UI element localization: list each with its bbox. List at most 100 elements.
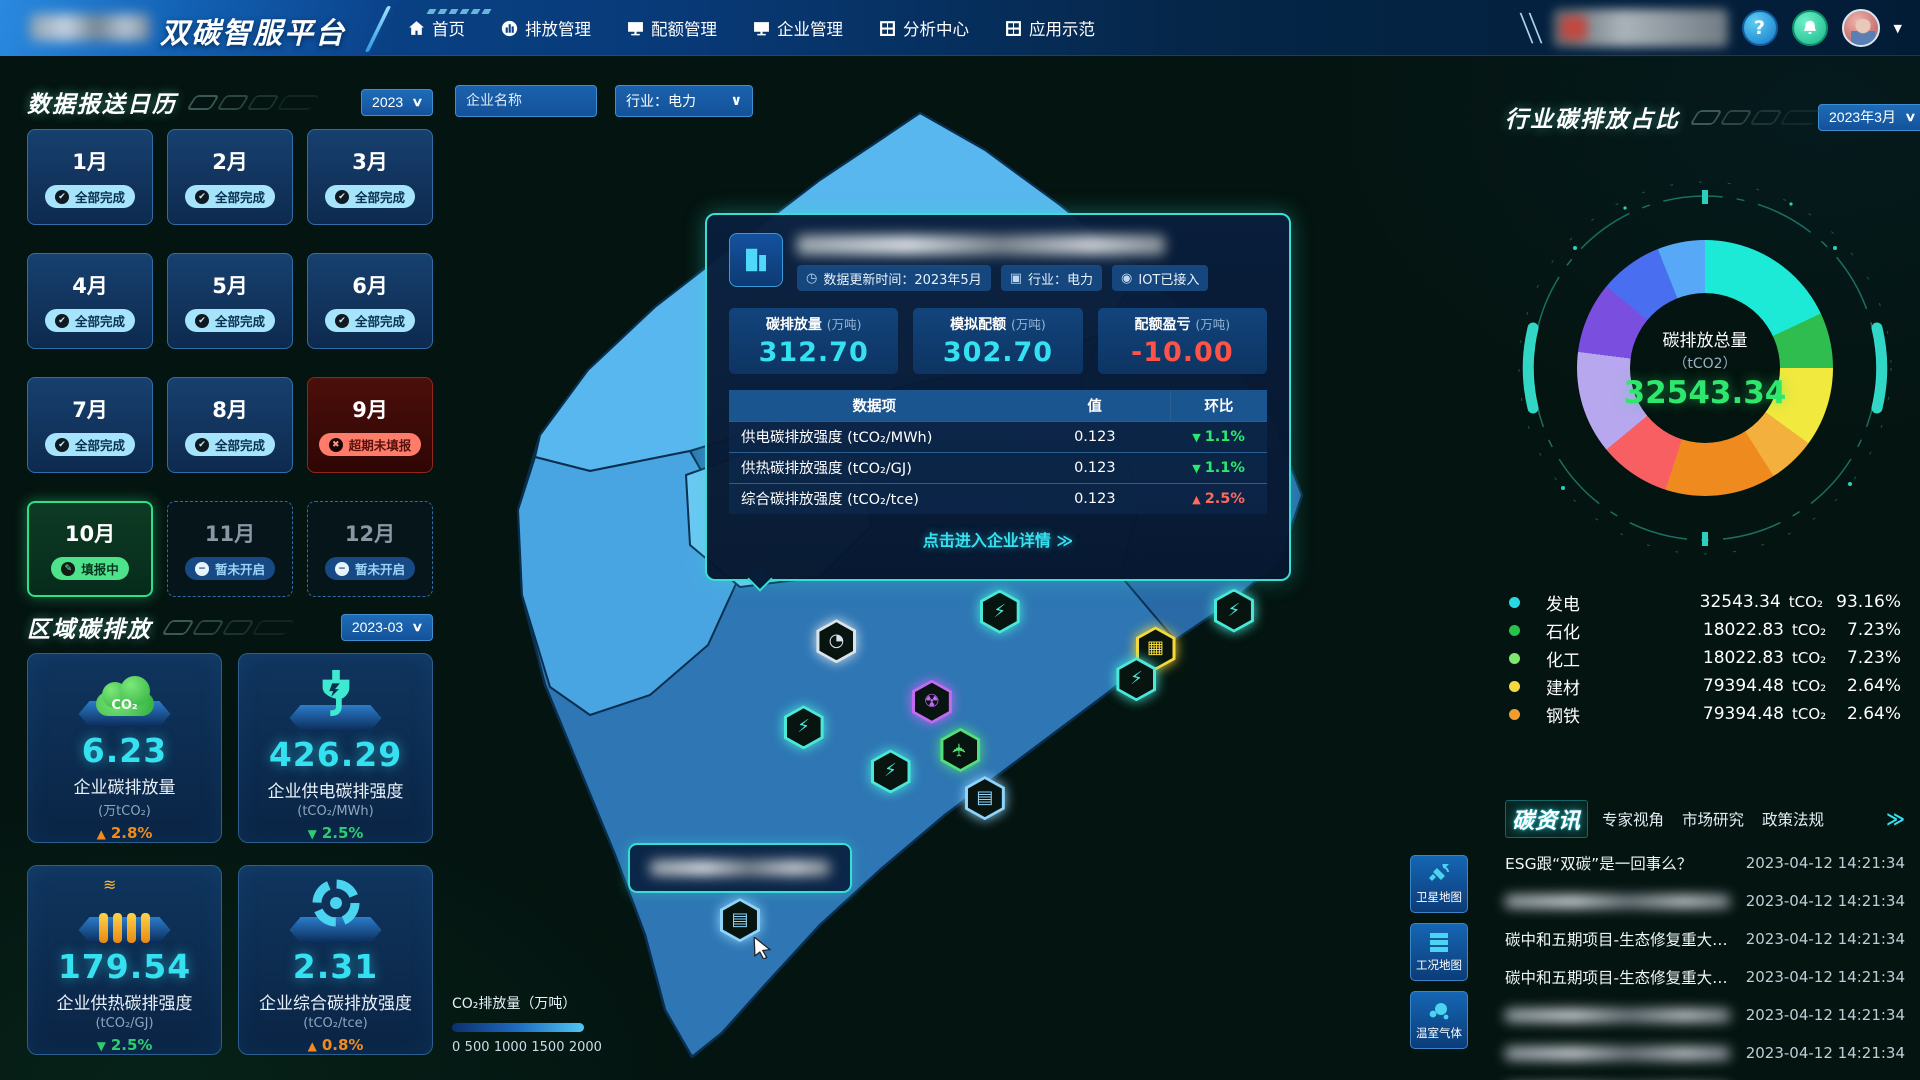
month-card-dec[interactable]: 12月 −暂未开启 (307, 501, 433, 597)
month-card-jul[interactable]: 7月 ✔全部完成 (27, 377, 153, 473)
metric-card-power-intensity: 426.29 企业供电碳排强度 (tCO₂/MWh) 2.5% (238, 653, 433, 843)
nav-item-application-demo[interactable]: 应用示范 (1005, 16, 1095, 40)
status-badge: ✔全部完成 (185, 309, 275, 332)
greenhouse-gas-button[interactable]: 温室气体 (1410, 991, 1468, 1049)
month-card-sep[interactable]: 9月 ✖超期未填报 (307, 377, 433, 473)
nav-item-emission-management[interactable]: 排放管理 (501, 16, 591, 40)
month-card-may[interactable]: 5月 ✔全部完成 (167, 253, 293, 349)
tab-policy[interactable]: 政策法规 (1762, 808, 1824, 830)
col-header-change: 环比 (1170, 390, 1267, 421)
month-card-mar[interactable]: 3月 ✔全部完成 (307, 129, 433, 225)
chevron-down-icon: ∨ (411, 95, 423, 109)
industry-header: 行业碳排放占比 2023年3月∨ (1505, 100, 1905, 134)
news-item[interactable]: 碳中和五期项目-生态修复重大工程...2023-04-12 14:21:34 (1505, 920, 1905, 958)
map-marker-lightning[interactable]: ⚡ (784, 705, 824, 749)
nav-item-home[interactable]: 首页 (408, 16, 465, 40)
month-label: 9月 (352, 394, 388, 424)
molecule-icon (1427, 1000, 1451, 1022)
company-popup: ◷数据更新时间：2023年5月 ▣行业：电力 ◉IOT已接入 碳排放量 (万吨)… (705, 213, 1291, 581)
month-card-jun[interactable]: 6月 ✔全部完成 (307, 253, 433, 349)
industry-period-select[interactable]: 2023年3月∨ (1818, 104, 1920, 131)
notifications-button[interactable] (1792, 10, 1828, 46)
co2-cloud-icon: CO₂ (96, 682, 154, 716)
badge-label: 全部完成 (215, 187, 265, 206)
month-card-oct[interactable]: 10月 ✎填报中 (27, 501, 153, 597)
nav-item-analysis-center[interactable]: 分析中心 (879, 16, 969, 40)
lightning-icon: ⚡ (797, 718, 810, 736)
badge-label: 暂未开启 (215, 559, 265, 578)
nav-label: 首页 (432, 16, 465, 40)
home-icon (408, 20, 425, 37)
status-badge: −暂未开启 (325, 557, 415, 580)
change-up: 2.5% (1192, 491, 1245, 507)
regional-cards: CO₂ 6.23 企业碳排放量 (万tCO₂) 2.8% 426.29 企业供电… (27, 653, 433, 1055)
month-label: 3月 (352, 146, 388, 176)
tag-label: IOT已接入 (1138, 269, 1199, 288)
news-more-link[interactable]: ≫ (1886, 809, 1905, 830)
month-card-aug[interactable]: 8月 ✔全部完成 (167, 377, 293, 473)
map-marker-lightning[interactable]: ⚡ (980, 590, 1020, 634)
month-card-feb[interactable]: 2月 ✔全部完成 (167, 129, 293, 225)
industry-filter-select[interactable]: 行业：电力 ∨ (615, 85, 753, 117)
legend-row-building-materials: 建材79394.48 tCO₂2.64% (1509, 672, 1901, 700)
check-icon: ✔ (335, 314, 349, 328)
col-header-value: 值 (1020, 390, 1171, 421)
nav-label: 企业管理 (777, 16, 843, 40)
calendar-year-select[interactable]: 2023∨ (361, 89, 433, 116)
map-marker-radioactive[interactable]: ☢ (912, 680, 952, 724)
stat-balance: 配额盈亏 (万吨) -10.00 (1098, 308, 1267, 374)
tab-market-research[interactable]: 市场研究 (1682, 808, 1744, 830)
map-marker-plane[interactable]: ✈ (940, 728, 980, 772)
operating-map-button[interactable]: 工况地图 (1410, 923, 1468, 981)
popup-header: ◷数据更新时间：2023年5月 ▣行业：电力 ◉IOT已接入 (729, 233, 1267, 291)
map-marker-lightning[interactable]: ⚡ (1214, 589, 1254, 633)
month-label: 10月 (65, 518, 115, 548)
lightning-icon: ⚡ (1228, 602, 1241, 620)
layer-label: 工况地图 (1416, 957, 1462, 973)
news-item-redacted[interactable]: 2023-04-12 14:21:34 (1505, 996, 1905, 1034)
news-header: 碳资讯 专家视角 市场研究 政策法规 ≫ (1505, 800, 1905, 838)
month-label: 11月 (205, 518, 255, 548)
metric-card-emission: CO₂ 6.23 企业碳排放量 (万tCO₂) 2.8% (27, 653, 222, 843)
map-layer-buttons: 卫星地图 工况地图 温室气体 (1410, 855, 1468, 1049)
map-marker-document[interactable]: ▤ (965, 776, 1005, 820)
popup-tags: ◷数据更新时间：2023年5月 ▣行业：电力 ◉IOT已接入 (797, 265, 1267, 291)
news-item-redacted[interactable]: 2023-04-12 14:21:34 (1505, 1034, 1905, 1072)
month-card-nov[interactable]: 11月 −暂未开启 (167, 501, 293, 597)
title-decoration (166, 620, 290, 635)
map-marker-gauge[interactable]: ◔ (816, 619, 856, 663)
popup-data-table: 数据项 值 环比 供电碳排放强度 (tCO₂/MWh) 0.123 1.1% 供… (729, 390, 1267, 514)
bell-icon (1801, 19, 1819, 37)
tag-industry: ▣行业：电力 (1001, 265, 1102, 291)
user-avatar[interactable] (1842, 9, 1880, 47)
news-item-redacted[interactable]: 2023-04-12 14:21:34 (1505, 1072, 1905, 1080)
map-company-tooltip[interactable] (628, 843, 852, 893)
map-marker-lightning[interactable]: ⚡ (871, 749, 911, 793)
news-item[interactable]: 碳中和五期项目-生态修复重大工程2023-04-12 14:21:34 (1505, 958, 1905, 996)
news-item-redacted[interactable]: 2023-04-12 14:21:34 (1505, 882, 1905, 920)
tag-iot: ◉IOT已接入 (1112, 265, 1208, 291)
nav-item-quota-management[interactable]: 配额管理 (627, 16, 717, 40)
status-badge: ✔全部完成 (185, 185, 275, 208)
change-down: 1.1% (1192, 460, 1245, 476)
map-marker-lightning[interactable]: ⚡ (1116, 657, 1156, 701)
legend-row-petrochemical: 石化18022.83 tCO₂7.23% (1509, 616, 1901, 644)
map-marker-document-selected[interactable]: ▤ (720, 898, 760, 942)
news-item[interactable]: ESG跟“双碳”是一回事么？2023-04-12 14:21:34 (1505, 844, 1905, 882)
donut-total-value: 32543.34 (1624, 375, 1787, 411)
help-button[interactable]: ? (1742, 10, 1778, 46)
user-menu-caret-icon[interactable]: ▼ (1894, 22, 1902, 35)
company-name-input[interactable] (455, 85, 597, 117)
regional-period-select[interactable]: 2023-03∨ (341, 614, 433, 641)
check-icon: ✔ (335, 190, 349, 204)
enterprise-detail-link[interactable]: 点击进入企业详情 ≫ (729, 527, 1267, 551)
lightning-icon: ⚡ (884, 762, 897, 780)
nav-item-enterprise-management[interactable]: 企业管理 (753, 16, 843, 40)
redacted-news-title (1505, 895, 1730, 908)
tag-label: 行业：电力 (1028, 269, 1093, 288)
month-card-apr[interactable]: 4月 ✔全部完成 (27, 253, 153, 349)
month-card-jan[interactable]: 1月 ✔全部完成 (27, 129, 153, 225)
satellite-map-button[interactable]: 卫星地图 (1410, 855, 1468, 913)
tab-expert-view[interactable]: 专家视角 (1602, 808, 1664, 830)
metric-card-composite-intensity: 2.31 企业综合碳排放强度 (tCO₂/tce) 0.8% (238, 865, 433, 1055)
